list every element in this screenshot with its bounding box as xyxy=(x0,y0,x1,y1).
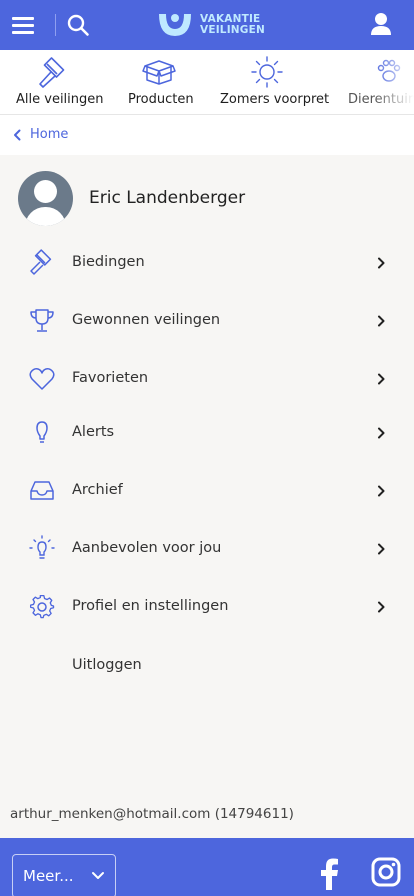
menu-item-favorieten[interactable]: Favorieten xyxy=(0,359,414,399)
chevron-right-icon xyxy=(378,543,385,555)
menu-item-label: Favorieten xyxy=(72,370,149,386)
chevron-right-icon xyxy=(378,427,385,439)
chevron-right-icon xyxy=(378,373,385,385)
chevron-right-icon xyxy=(378,601,385,613)
menu-icon[interactable] xyxy=(12,17,34,34)
menu-item-label: Aanbevolen voor jou xyxy=(72,540,222,556)
sun-icon xyxy=(251,56,283,88)
search-icon[interactable] xyxy=(66,13,90,37)
more-dropdown-label: Meer... xyxy=(23,867,74,885)
category-zomers-voorpret[interactable]: Zomers voorpret xyxy=(220,50,329,114)
logo-smile-icon xyxy=(159,14,191,36)
user-icon[interactable] xyxy=(370,12,392,36)
facebook-icon[interactable] xyxy=(318,858,340,890)
account-info: arthur_menken@hotmail.com (14794611) xyxy=(10,806,294,822)
menu-item-gewonnen-veilingen[interactable]: Gewonnen veilingen xyxy=(0,301,414,341)
breadcrumb-home-link[interactable]: Home xyxy=(12,127,68,142)
gear-icon xyxy=(29,594,55,619)
category-label: Zomers voorpret xyxy=(220,92,330,107)
menu-item-label: Alerts xyxy=(72,424,115,440)
logo-text: VAKANTIE VEILINGEN xyxy=(200,13,265,36)
menu-item-archief[interactable]: Archief xyxy=(0,471,414,511)
instagram-icon[interactable] xyxy=(371,857,401,887)
logo[interactable]: VAKANTIE VEILINGEN xyxy=(156,10,265,40)
menu-item-profiel-en-instellingen[interactable]: Profiel en instellingen xyxy=(0,587,414,627)
menu-item-biedingen[interactable]: Biedingen xyxy=(0,243,414,283)
profile-name: Eric Landenberger xyxy=(89,188,246,208)
chevron-right-icon xyxy=(378,257,385,269)
breadcrumb: Home xyxy=(0,115,414,155)
scroll-fade xyxy=(374,50,414,114)
chevron-down-icon xyxy=(92,872,104,879)
lightbulb-alert-icon xyxy=(36,421,48,443)
category-alle-veilingen[interactable]: Alle veilingen xyxy=(16,50,104,114)
avatar xyxy=(18,170,73,226)
top-bar: VAKANTIE VEILINGEN xyxy=(0,0,414,50)
gavel-icon xyxy=(30,249,52,275)
menu-item-label: Gewonnen veilingen xyxy=(72,312,221,328)
more-dropdown[interactable]: Meer... xyxy=(12,854,116,896)
box-icon xyxy=(142,60,176,85)
menu-item-label: Biedingen xyxy=(72,254,145,270)
chevron-right-icon xyxy=(378,485,385,497)
profile-header: Eric Landenberger xyxy=(18,170,245,226)
footer: Meer... xyxy=(0,838,414,896)
category-label: Alle veilingen xyxy=(16,92,104,107)
chevron-right-icon xyxy=(378,315,385,327)
bulb-icon xyxy=(29,535,55,559)
menu-item-label: Uitloggen xyxy=(72,657,142,673)
gavel-icon xyxy=(39,57,65,88)
trophy-icon xyxy=(30,309,54,332)
breadcrumb-label: Home xyxy=(30,127,69,142)
menu-item-alerts[interactable]: Alerts xyxy=(0,413,414,453)
category-producten[interactable]: Producten xyxy=(128,50,198,114)
category-label: Producten xyxy=(128,92,194,107)
menu-item-aanbevolen-voor-jou[interactable]: Aanbevolen voor jou xyxy=(0,529,414,569)
inbox-icon xyxy=(30,481,54,500)
divider xyxy=(55,14,56,36)
category-bar: Alle veilingen Producten Zomers voorpret xyxy=(0,50,414,115)
chevron-left-icon xyxy=(14,129,21,140)
heart-icon xyxy=(29,368,55,390)
menu-item-label: Archief xyxy=(72,482,123,498)
menu-item-label: Profiel en instellingen xyxy=(72,598,229,614)
logout-button[interactable]: Uitloggen xyxy=(0,646,414,686)
